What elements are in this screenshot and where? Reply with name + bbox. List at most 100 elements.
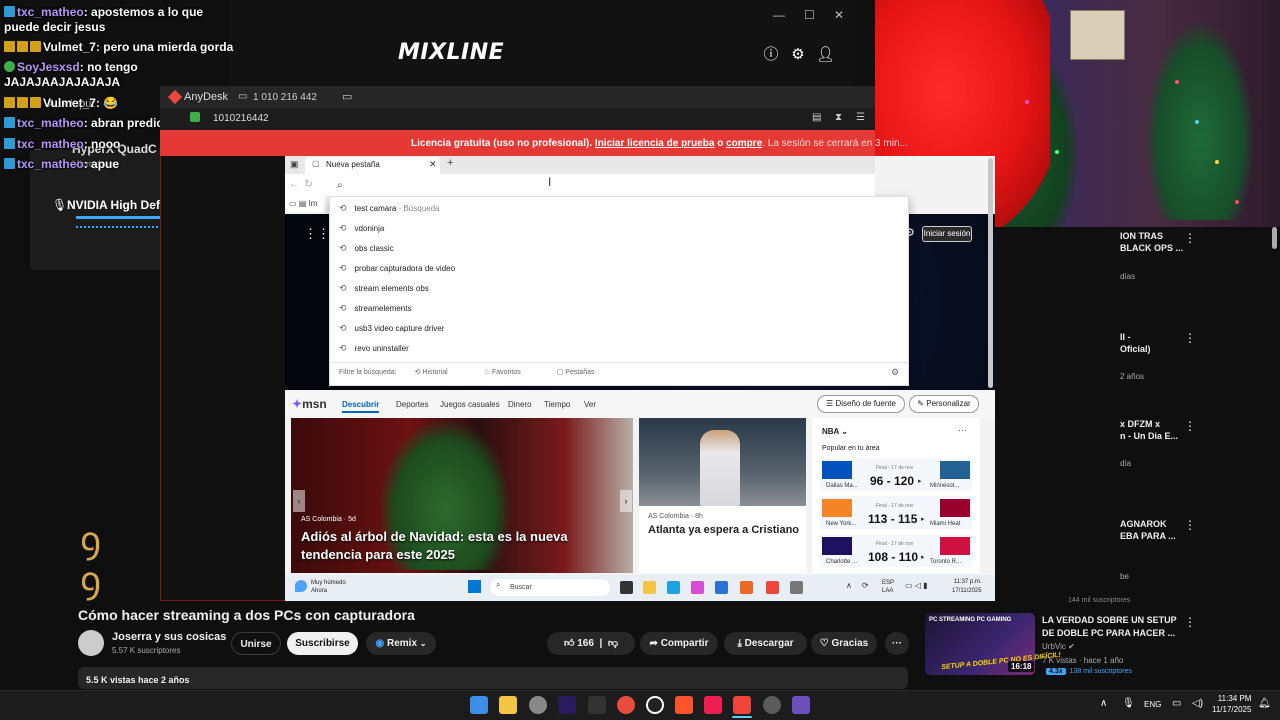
trial-license-link[interactable]: Iniciar licencia de prueba <box>595 138 715 149</box>
scrollbar[interactable] <box>988 158 993 388</box>
info-icon[interactable]: ⓘ <box>762 46 780 64</box>
windows-start-icon[interactable] <box>470 696 488 714</box>
suggestion-item[interactable]: ⟲ streamelements <box>339 303 411 314</box>
carousel-prev-button[interactable]: ‹ <box>293 490 305 512</box>
font-design-button[interactable]: ☰ Diseño de fuente <box>817 395 905 413</box>
msn-nav-item[interactable]: Deportes <box>396 400 428 409</box>
share-button[interactable]: ➦ Compartir <box>640 632 718 655</box>
obs-icon[interactable] <box>646 696 664 714</box>
anydesk-address[interactable]: 1010216442 <box>213 113 269 124</box>
system-clock[interactable]: 11:34 PM 11/17/2025 <box>1212 693 1251 715</box>
anydesk-icon[interactable] <box>733 696 751 714</box>
network-volume-icons[interactable]: ▭ ◁ ▮ <box>905 581 928 590</box>
tiktok-icon[interactable] <box>704 696 722 714</box>
filter-tabs[interactable]: ▢ Pestañas <box>557 369 613 376</box>
more-options-icon[interactable]: ⋮ <box>1184 518 1196 532</box>
rec-title[interactable]: II - Oficial) <box>1120 331 1151 355</box>
tab-actions-icon[interactable]: ▣ <box>290 159 299 170</box>
minimize-icon[interactable]: — <box>773 8 785 22</box>
thanks-button[interactable]: ♡ Gracias <box>811 632 877 655</box>
maximize-icon[interactable]: ☐ <box>804 8 815 22</box>
avatar[interactable] <box>78 630 104 656</box>
epic-games-icon[interactable] <box>588 696 606 714</box>
gear-icon[interactable]: ⚙ <box>789 46 807 64</box>
language-indicator[interactable]: ESP LAA <box>882 579 894 595</box>
nba-title[interactable]: NBA ⌄ <box>822 427 848 436</box>
more-actions-button[interactable]: ··· <box>885 632 909 655</box>
premiere-icon[interactable] <box>558 696 576 714</box>
tray-icons[interactable]: ⟳ <box>862 581 869 590</box>
back-refresh-icons[interactable]: ← ↻ <box>289 179 313 190</box>
msn-nav-item[interactable]: Descubrir <box>342 400 380 413</box>
language-indicator[interactable]: ENG <box>1144 700 1161 709</box>
settings-icon[interactable] <box>763 696 781 714</box>
network-icon[interactable]: ▭ <box>1172 698 1181 709</box>
display-icon[interactable]: ▤ <box>812 112 821 123</box>
news-headline[interactable]: Atlanta ya espera a Cristiano <box>648 524 799 536</box>
file-explorer-icon[interactable] <box>643 581 656 594</box>
more-options-icon[interactable]: ⋮ <box>1184 419 1196 433</box>
address-input[interactable] <box>329 176 875 196</box>
msn-nav-item[interactable]: Juegos casuales <box>440 400 500 409</box>
more-options-icon[interactable]: ⋮ <box>1184 231 1196 245</box>
import-icon[interactable]: ▭ ▤ Im <box>289 199 317 208</box>
rec-title[interactable]: x DFZM xn - Un Dia E... <box>1120 418 1178 442</box>
new-tab-icon[interactable]: + <box>447 157 453 169</box>
suggestion-item[interactable]: ⟲ usb3 video capture driver <box>339 323 444 334</box>
settings-icon[interactable] <box>790 581 803 594</box>
suggestion-item[interactable]: ⟲ vdoninja <box>339 223 384 234</box>
task-view-icon[interactable] <box>620 581 633 594</box>
close-icon[interactable]: ✕ <box>834 8 844 22</box>
weather-widget[interactable]: Muy húmedo Ahora <box>311 579 346 595</box>
rec-title[interactable]: LA VERDAD SOBRE UN SETUP DE DOBLE PC PARA… <box>1042 614 1177 640</box>
msn-nav-item[interactable]: Ver <box>584 400 596 409</box>
suggestion-item[interactable]: ⟲ probar capturadora de video <box>339 263 455 274</box>
user-icon[interactable]: 👤︎ <box>816 46 835 64</box>
filter-favorites[interactable]: ☆ Favoritos <box>484 369 539 376</box>
chat-icon[interactable]: ▭ <box>342 90 352 103</box>
volume-icon[interactable]: ◁) <box>1192 698 1203 709</box>
mic-icon[interactable]: 🎙︎ <box>1122 698 1135 709</box>
suggestion-item[interactable]: ⟲ stream elements obs <box>339 283 429 294</box>
color-picker-icon[interactable] <box>617 696 635 714</box>
more-options-icon[interactable]: ··· <box>958 425 967 435</box>
rec-title[interactable]: ION TRAS BLACK OPS ... <box>1120 230 1183 254</box>
suggestion-item[interactable]: ⟲ test camara - Búsqueda <box>339 203 440 214</box>
chrome-icon[interactable] <box>529 696 547 714</box>
scrollbar[interactable] <box>1272 227 1277 249</box>
close-icon[interactable]: ✕ <box>429 159 437 170</box>
edge-icon[interactable] <box>667 581 680 594</box>
carousel-next-button[interactable]: › <box>620 490 632 512</box>
notification-bell-icon[interactable]: 🔔︎ <box>1258 698 1271 709</box>
subscribe-button[interactable]: Suscribirse <box>287 632 358 655</box>
windows-start-icon[interactable] <box>468 580 481 593</box>
gear-icon[interactable]: ⚙ <box>891 367 899 378</box>
anydesk-icon[interactable] <box>766 581 779 594</box>
database-icon[interactable]: ☰ <box>856 112 865 123</box>
brave-icon[interactable] <box>675 696 693 714</box>
msn-nav-item[interactable]: Tiempo <box>544 400 570 409</box>
hourglass-icon[interactable]: ⧗ <box>835 112 842 123</box>
news-headline[interactable]: Adiós al árbol de Navidad: esta es la nu… <box>301 528 631 564</box>
anydesk-session-tab[interactable]: 1 010 216 442 <box>253 92 317 103</box>
remote-clock[interactable]: 11:37 p.m. 17/11/2025 <box>952 578 982 596</box>
more-options-icon[interactable]: ⋮ <box>1184 331 1196 345</box>
suggestion-item[interactable]: ⟲ obs classic <box>339 243 394 254</box>
join-button[interactable]: Unirse <box>231 632 281 655</box>
copilot-icon[interactable] <box>691 581 704 594</box>
channel-name[interactable]: Joserra y sus cosicas <box>112 631 226 643</box>
personalize-button[interactable]: ✎ Personalizar <box>909 395 979 413</box>
download-button[interactable]: ⤓ Descargar <box>724 632 807 655</box>
tray-chevron-icon[interactable]: ∧ <box>1100 698 1107 709</box>
like-dislike-button[interactable]: 👍︎ 166 | 👎︎ <box>547 632 635 655</box>
more-options-icon[interactable]: ⋮ <box>1184 615 1196 629</box>
rec-title[interactable]: AGNAROK EBA PARA ... <box>1120 518 1176 542</box>
signin-button[interactable]: Iniciar sesión <box>922 226 972 242</box>
filter-history[interactable]: ⟲ Historial <box>415 369 466 376</box>
buy-link[interactable]: compre <box>726 138 762 149</box>
file-explorer-icon[interactable] <box>499 696 517 714</box>
suggestion-item[interactable]: ⟲ revo uninstaller <box>339 343 409 354</box>
app-icon[interactable] <box>740 581 753 594</box>
store-icon[interactable] <box>715 581 728 594</box>
tray-chevron-icon[interactable]: ∧ <box>846 581 852 590</box>
